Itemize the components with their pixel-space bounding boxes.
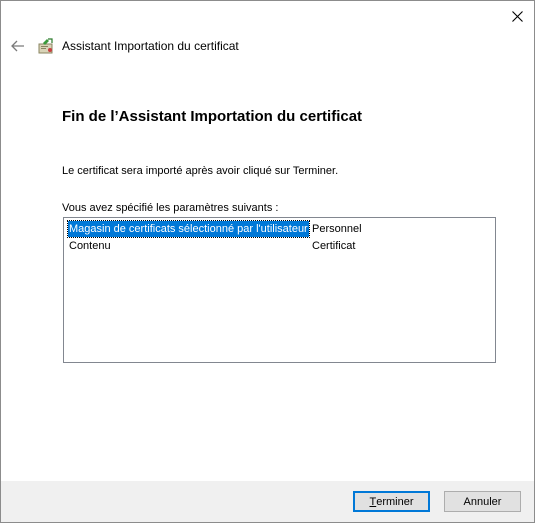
certificate-wizard-icon bbox=[37, 37, 55, 55]
back-button[interactable] bbox=[3, 31, 33, 61]
page-title: Fin de l’Assistant Importation du certif… bbox=[62, 108, 363, 125]
cancel-button[interactable]: Annuler bbox=[444, 491, 521, 512]
params-label: Vous avez spécifié les paramètres suivan… bbox=[62, 202, 279, 214]
list-item[interactable]: Contenu Certificat bbox=[69, 238, 489, 254]
settings-list[interactable]: Magasin de certificats sélectionné par l… bbox=[63, 217, 496, 363]
close-icon bbox=[511, 10, 523, 22]
setting-key: Magasin de certificats sélectionné par l… bbox=[67, 220, 310, 238]
finish-button[interactable]: Terminer bbox=[353, 491, 430, 512]
wizard-window: Assistant Importation du certificat Fin … bbox=[0, 0, 535, 523]
setting-value: Certificat bbox=[312, 240, 356, 252]
finish-accesskey: T bbox=[369, 495, 377, 508]
finish-label: erminer bbox=[376, 495, 414, 508]
setting-value: Personnel bbox=[312, 223, 362, 235]
info-text: Le certificat sera importé après avoir c… bbox=[62, 165, 339, 177]
setting-key: Contenu bbox=[69, 240, 111, 252]
list-item[interactable]: Magasin de certificats sélectionné par l… bbox=[67, 220, 489, 238]
wizard-header: Assistant Importation du certificat bbox=[1, 31, 534, 61]
back-arrow-icon bbox=[11, 40, 24, 52]
close-button[interactable] bbox=[500, 1, 534, 31]
window-title: Assistant Importation du certificat bbox=[62, 39, 239, 53]
button-bar: Terminer Annuler bbox=[1, 481, 534, 522]
